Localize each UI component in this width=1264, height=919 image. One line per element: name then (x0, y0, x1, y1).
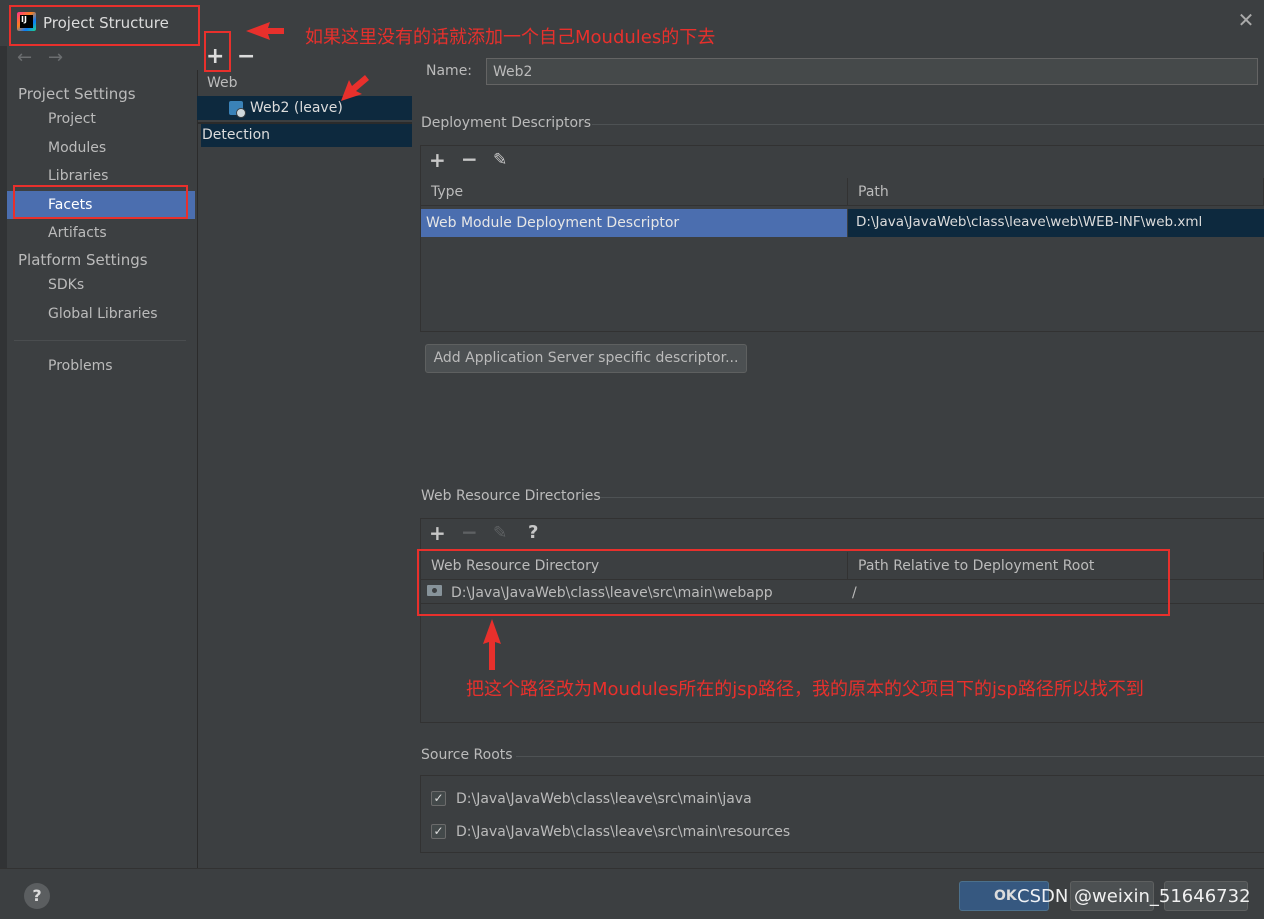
column-header-path[interactable]: Path (848, 178, 1264, 206)
csdn-watermark: CSDN @weixin_51646732 (1017, 886, 1251, 907)
descriptor-type-cell: Web Module Deployment Descriptor (426, 215, 680, 231)
nav-item-artifacts[interactable]: Artifacts (48, 225, 107, 241)
annotation-note-bottom: 把这个路径改为Moudules所在的jsp路径，我的原本的父项目下的jsp路径所… (466, 679, 1144, 700)
add-descriptor-icon[interactable]: + (429, 148, 446, 172)
nav-item-global-libraries[interactable]: Global Libraries (48, 306, 158, 322)
tree-group-web[interactable]: Web (207, 75, 238, 91)
help-question-icon[interactable]: ? (528, 522, 538, 543)
tree-item-detection[interactable]: Detection (202, 127, 270, 143)
remove-resource-icon[interactable]: − (461, 520, 478, 544)
source-root-path: D:\Java\JavaWeb\class\leave\src\main\res… (456, 824, 791, 840)
web-facet-icon (229, 101, 246, 118)
section-title-source-roots: Source Roots (421, 747, 513, 763)
nav-divider (14, 340, 186, 341)
section-divider (600, 497, 1264, 498)
nav-item-facets[interactable]: Facets (48, 197, 92, 213)
column-header-type[interactable]: Type (421, 178, 848, 206)
source-roots-panel (420, 775, 1264, 853)
folder-icon (427, 585, 442, 596)
nav-item-problems[interactable]: Problems (48, 358, 113, 374)
name-label: Name: (426, 63, 473, 79)
window-title: Project Structure (43, 14, 169, 32)
source-root-path: D:\Java\JavaWeb\class\leave\src\main\jav… (456, 791, 752, 807)
intellij-logo-icon: IJ (17, 12, 36, 31)
facet-tree (197, 70, 414, 868)
name-input[interactable]: Web2 (486, 58, 1258, 85)
left-gutter (0, 46, 7, 868)
tree-item-web2[interactable]: Web2 (leave) (250, 100, 343, 116)
nav-item-libraries[interactable]: Libraries (48, 168, 108, 184)
add-server-descriptor-button[interactable]: Add Application Server specific descript… (425, 344, 747, 373)
resource-directory-cell: D:\Java\JavaWeb\class\leave\src\main\web… (451, 585, 773, 601)
section-divider (516, 756, 1264, 757)
column-header-relative-path[interactable]: Path Relative to Deployment Root (848, 552, 1264, 580)
nav-item-modules[interactable]: Modules (48, 140, 106, 156)
column-header-web-resource-directory[interactable]: Web Resource Directory (421, 552, 848, 580)
descriptor-path-cell: D:\Java\JavaWeb\class\leave\web\WEB-INF\… (856, 214, 1203, 230)
nav-item-project[interactable]: Project (48, 111, 96, 127)
section-divider (592, 124, 1264, 125)
edit-descriptor-icon[interactable]: ✎ (493, 150, 507, 170)
close-icon[interactable]: ✕ (1236, 10, 1256, 30)
help-button[interactable]: ? (24, 883, 50, 909)
nav-item-sdks[interactable]: SDKs (48, 277, 84, 293)
forward-arrow-icon[interactable]: → (48, 47, 63, 68)
add-facet-button[interactable]: + (206, 44, 224, 69)
source-root-checkbox[interactable]: ✓ (431, 791, 446, 806)
remove-facet-button[interactable]: − (237, 44, 255, 69)
section-title-web-resources: Web Resource Directories (421, 488, 601, 504)
nav-header-platform-settings: Platform Settings (18, 251, 148, 269)
relative-path-cell: / (852, 585, 857, 601)
back-arrow-icon[interactable]: ← (17, 47, 32, 68)
edit-resource-icon[interactable]: ✎ (493, 523, 507, 543)
add-resource-icon[interactable]: + (429, 521, 446, 545)
section-title-deployment: Deployment Descriptors (421, 115, 592, 131)
annotation-note-top: 如果这里没有的话就添加一个自己Moudules的下去 (305, 27, 716, 48)
nav-header-project-settings: Project Settings (18, 85, 136, 103)
remove-descriptor-icon[interactable]: − (461, 147, 478, 171)
deployment-table-panel (420, 145, 1264, 332)
nav-selection-highlight (7, 191, 195, 219)
source-root-checkbox[interactable]: ✓ (431, 824, 446, 839)
